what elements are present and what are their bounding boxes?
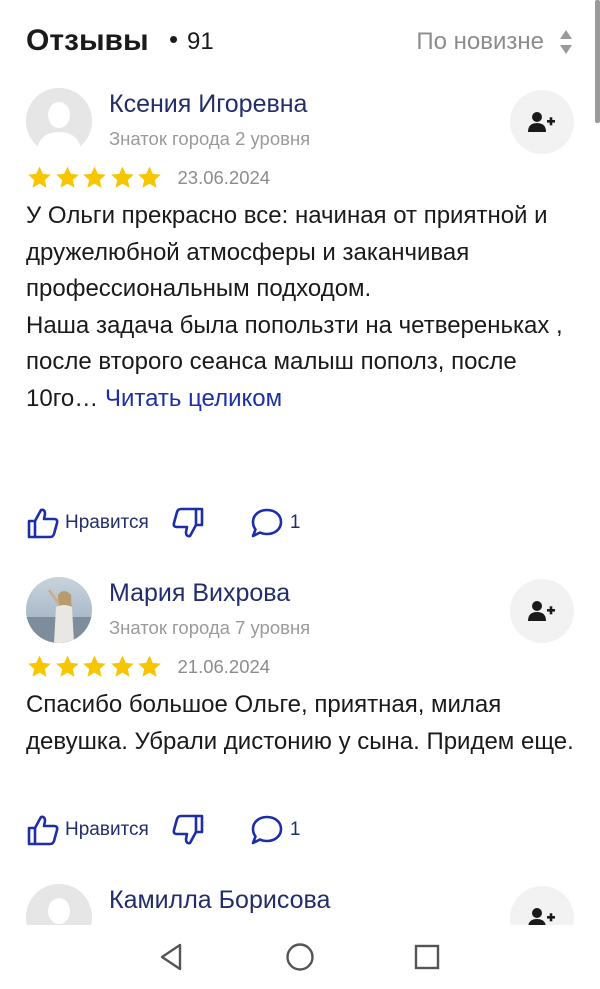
sort-selector[interactable]: По новизне bbox=[416, 26, 574, 58]
review-actions: Нравится 1 bbox=[26, 506, 300, 540]
triangle-back-icon bbox=[160, 943, 182, 971]
dislike-button[interactable] bbox=[171, 506, 205, 540]
comments-count: 1 bbox=[289, 512, 301, 533]
review-paragraph: Наша задача была попользти на четвереньк… bbox=[26, 308, 574, 418]
review-text: Спасибо большое Ольге, приятная, милая д… bbox=[26, 687, 574, 760]
add-user-icon bbox=[528, 601, 555, 621]
star-icon bbox=[138, 655, 161, 677]
add-user-icon bbox=[528, 908, 555, 925]
review-date: 23.06.2024 bbox=[177, 167, 271, 188]
back-button[interactable] bbox=[153, 939, 189, 975]
reviewer-level: Знаток города 2 уровня bbox=[109, 128, 311, 149]
user-placeholder-icon bbox=[26, 88, 92, 154]
add-user-icon bbox=[528, 112, 555, 132]
recents-button[interactable] bbox=[409, 939, 445, 975]
square-recents-icon bbox=[414, 944, 440, 970]
thumbs-down-icon bbox=[172, 507, 204, 538]
reviews-screen: Отзывы • 91 По новизне Ксения Игоревна З… bbox=[0, 0, 600, 925]
reviewer-name[interactable]: Мария Вихрова bbox=[109, 579, 290, 608]
stars bbox=[26, 654, 164, 680]
star-rating: 21.06.2024 bbox=[26, 655, 270, 679]
follow-button[interactable] bbox=[510, 90, 574, 154]
star-rating: 23.06.2024 bbox=[26, 166, 270, 190]
thumbs-up-icon bbox=[27, 815, 59, 846]
system-navigation-bar bbox=[0, 925, 600, 989]
avatar[interactable] bbox=[26, 577, 92, 643]
star-icon bbox=[28, 655, 51, 677]
review-date: 21.06.2024 bbox=[177, 656, 271, 677]
review-paragraph: Спасибо большое Ольге, приятная, милая д… bbox=[26, 691, 574, 755]
sort-label: По новизне bbox=[416, 28, 544, 55]
stars bbox=[26, 165, 164, 191]
thumbs-up-icon bbox=[27, 508, 59, 539]
sort-arrows-icon bbox=[560, 30, 572, 54]
comments-count: 1 bbox=[289, 819, 301, 840]
avatar[interactable] bbox=[26, 88, 92, 154]
review-text: У Ольги прекрасно все: начиная от приятн… bbox=[26, 198, 574, 417]
review-card: Камилла Борисова bbox=[26, 884, 574, 925]
scrollbar[interactable] bbox=[595, 0, 600, 123]
thumbs-down-icon bbox=[172, 814, 204, 845]
read-more-link[interactable]: Читать целиком bbox=[105, 385, 282, 412]
review-card: Мария Вихрова Знаток города 7 уровня 21.… bbox=[26, 577, 574, 857]
star-icon bbox=[55, 166, 79, 188]
reviews-title: Отзывы bbox=[26, 24, 149, 57]
like-label: Нравится bbox=[65, 512, 149, 533]
comment-bubble-icon bbox=[251, 815, 283, 845]
user-photo bbox=[26, 577, 92, 643]
circle-home-icon bbox=[286, 943, 314, 971]
star-icon bbox=[28, 166, 51, 188]
reviews-count: 91 bbox=[187, 28, 214, 55]
user-placeholder-icon bbox=[26, 884, 92, 925]
star-icon bbox=[83, 655, 106, 677]
comments-button[interactable]: 1 bbox=[250, 507, 301, 539]
review-paragraph: У Ольги прекрасно все: начиная от приятн… bbox=[26, 202, 548, 302]
reviewer-level: Знаток города 7 уровня bbox=[109, 617, 311, 638]
star-icon bbox=[138, 166, 161, 188]
star-icon bbox=[55, 655, 79, 677]
home-button[interactable] bbox=[282, 939, 318, 975]
title-separator: • bbox=[169, 24, 179, 54]
follow-button[interactable] bbox=[510, 579, 574, 643]
star-icon bbox=[83, 166, 106, 188]
reviewer-name[interactable]: Камилла Борисова bbox=[109, 886, 330, 915]
reviewer-name[interactable]: Ксения Игоревна bbox=[109, 90, 307, 119]
comments-button[interactable]: 1 bbox=[250, 814, 301, 846]
review-card: Ксения Игоревна Знаток города 2 уровня 2… bbox=[26, 88, 574, 539]
like-label: Нравится bbox=[65, 819, 149, 840]
star-icon bbox=[110, 655, 134, 677]
avatar[interactable] bbox=[26, 884, 92, 925]
dislike-button[interactable] bbox=[171, 813, 205, 847]
like-button[interactable]: Нравится bbox=[26, 506, 149, 540]
comment-bubble-icon bbox=[251, 508, 283, 538]
star-icon bbox=[110, 166, 134, 188]
like-button[interactable]: Нравится bbox=[26, 813, 149, 847]
reviews-header: Отзывы • 91 По новизне bbox=[26, 22, 574, 62]
follow-button[interactable] bbox=[510, 886, 574, 925]
review-actions: Нравится 1 bbox=[26, 813, 300, 847]
